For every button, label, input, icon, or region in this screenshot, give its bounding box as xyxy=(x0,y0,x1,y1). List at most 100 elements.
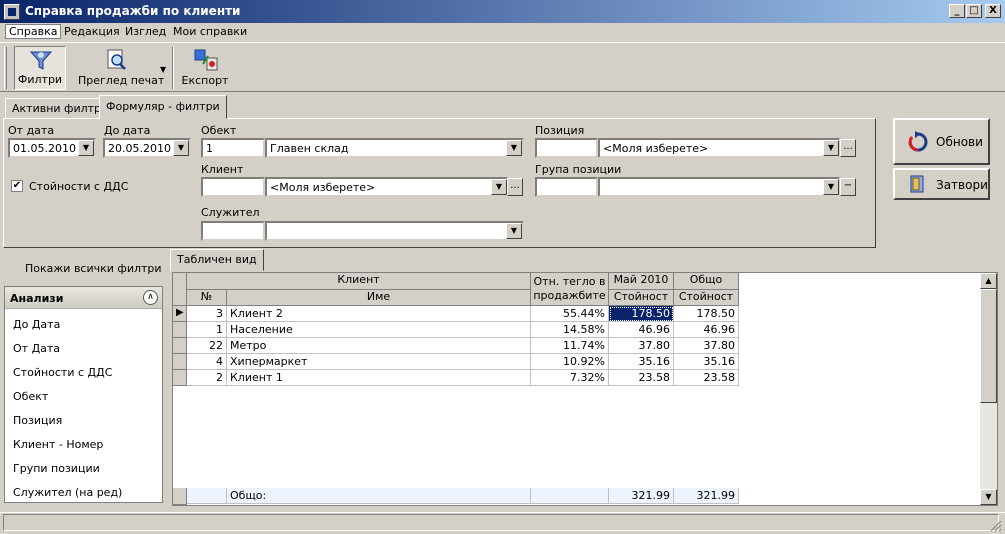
tab-table-view[interactable]: Табличен вид xyxy=(170,249,264,271)
row-indicator[interactable] xyxy=(173,322,187,338)
cell-share[interactable]: 55.44% xyxy=(531,306,609,322)
collapse-icon[interactable]: ∧ xyxy=(143,290,158,305)
header-total-value[interactable]: Стойност xyxy=(674,290,739,306)
group-name-select[interactable] xyxy=(598,177,840,197)
tab-form-filters[interactable]: Формуляр - филтри xyxy=(99,95,227,119)
maximize-button[interactable]: □ xyxy=(966,4,982,18)
vat-checkbox[interactable]: ✔ xyxy=(11,180,23,192)
header-may-2010: Май 2010 xyxy=(609,273,674,290)
print-preview-dropdown-icon[interactable]: ▼ xyxy=(160,65,166,74)
group-dropdown-icon[interactable]: ▼ xyxy=(823,179,839,195)
cell-total[interactable]: 46.96 xyxy=(674,322,739,338)
object-code-field[interactable]: 1 xyxy=(201,138,265,158)
toolbar: Филтри Преглед печат ▼ Експорт xyxy=(0,42,1005,92)
filter-item-position[interactable]: Позиция xyxy=(13,414,62,427)
filters-button[interactable]: Филтри xyxy=(14,46,66,90)
cell-total[interactable]: 35.16 xyxy=(674,354,739,370)
cell-name[interactable]: Метро xyxy=(227,338,531,354)
cell-name[interactable]: Клиент 1 xyxy=(227,370,531,386)
cell-share[interactable]: 14.58% xyxy=(531,322,609,338)
menu-view[interactable]: Изглед xyxy=(122,25,169,38)
header-no[interactable]: № xyxy=(187,290,227,306)
cell-total[interactable]: 37.80 xyxy=(674,338,739,354)
row-indicator[interactable] xyxy=(173,354,187,370)
print-preview-button[interactable]: Преглед печат xyxy=(74,46,164,90)
cell-may[interactable]: 37.80 xyxy=(609,338,674,354)
cell-name[interactable]: Хипермаркет xyxy=(227,354,531,370)
object-name-select[interactable]: Главен склад xyxy=(265,138,524,158)
filter-item-vat[interactable]: Стойности с ДДС xyxy=(13,366,112,379)
filter-item-to-date[interactable]: До Дата xyxy=(13,318,60,331)
analyses-header[interactable]: Анализи ∧ xyxy=(5,287,162,309)
client-dropdown-icon[interactable]: ▼ xyxy=(491,179,507,195)
group-minus-button[interactable]: − xyxy=(840,178,856,196)
position-code-field[interactable] xyxy=(535,138,598,158)
cell-total[interactable]: 23.58 xyxy=(674,370,739,386)
analyses-title: Анализи xyxy=(10,292,64,305)
export-label: Експорт xyxy=(181,74,229,87)
cell-no[interactable]: 2 xyxy=(187,370,227,386)
position-more-button[interactable]: ... xyxy=(840,139,856,157)
row-indicator[interactable] xyxy=(173,338,187,354)
group-code-field[interactable] xyxy=(535,177,598,197)
cell-may[interactable]: 35.16 xyxy=(609,354,674,370)
header-name[interactable]: Име xyxy=(227,290,531,306)
filter-item-item-groups[interactable]: Групи позиции xyxy=(13,462,100,475)
to-date-label: До дата xyxy=(104,124,151,137)
menu-my-reports[interactable]: Мои справки xyxy=(170,25,250,38)
toolbar-separator xyxy=(172,47,174,89)
close-button[interactable]: Затвори xyxy=(893,168,990,200)
menu-report[interactable]: Справка xyxy=(4,24,62,39)
minimize-button[interactable]: _ xyxy=(949,4,965,18)
close-window-button[interactable]: X xyxy=(985,4,1001,18)
cell-total[interactable]: 178.50 xyxy=(674,306,739,322)
analyses-panel: Анализи ∧ До Дата От Дата Стойности с ДД… xyxy=(4,286,163,503)
header-share[interactable]: Отн. тегло в продажбите xyxy=(531,273,609,306)
scroll-thumb[interactable] xyxy=(980,289,997,403)
object-dropdown-icon[interactable]: ▼ xyxy=(506,140,522,156)
app-icon[interactable] xyxy=(4,4,20,20)
vertical-scrollbar[interactable]: ▲ ▼ xyxy=(980,273,997,505)
header-may-value[interactable]: Стойност xyxy=(609,290,674,306)
export-button[interactable]: Експорт xyxy=(180,46,230,90)
filter-item-from-date[interactable]: От Дата xyxy=(13,342,60,355)
cell-no[interactable]: 1 xyxy=(187,322,227,338)
footer-grand-total: 321.99 xyxy=(674,488,739,504)
row-indicator[interactable] xyxy=(173,370,187,386)
cell-no[interactable]: 22 xyxy=(187,338,227,354)
cell-no[interactable]: 4 xyxy=(187,354,227,370)
employee-code-field[interactable] xyxy=(201,221,265,241)
employee-label: Служител xyxy=(201,206,260,219)
employee-dropdown-icon[interactable]: ▼ xyxy=(506,223,522,239)
cell-may[interactable]: 46.96 xyxy=(609,322,674,338)
cell-may[interactable]: 23.58 xyxy=(609,370,674,386)
refresh-button[interactable]: Обнови xyxy=(893,118,990,165)
title-bar[interactable]: Справка продажби по клиенти _ □ X xyxy=(0,0,1005,23)
cell-name[interactable]: Клиент 2 xyxy=(227,306,531,322)
show-all-filters-link[interactable]: Покажи всички филтри xyxy=(25,262,162,275)
scroll-up-icon[interactable]: ▲ xyxy=(980,273,997,289)
scroll-down-icon[interactable]: ▼ xyxy=(980,489,997,505)
cell-share[interactable]: 11.74% xyxy=(531,338,609,354)
employee-name-select[interactable] xyxy=(265,221,524,241)
cell-name[interactable]: Население xyxy=(227,322,531,338)
position-dropdown-icon[interactable]: ▼ xyxy=(823,140,839,156)
grid-corner xyxy=(173,273,187,306)
cell-may-selected[interactable]: 178.50 xyxy=(609,306,674,322)
client-code-field[interactable] xyxy=(201,177,265,197)
client-more-button[interactable]: ... xyxy=(507,178,523,196)
client-name-select[interactable]: <Моля изберете> xyxy=(265,177,508,197)
footer-share xyxy=(531,488,609,504)
resize-grip-icon[interactable] xyxy=(988,518,1002,532)
cell-share[interactable]: 7.32% xyxy=(531,370,609,386)
filter-item-client-number[interactable]: Клиент - Номер xyxy=(13,438,103,451)
cell-share[interactable]: 10.92% xyxy=(531,354,609,370)
menu-edit[interactable]: Редакция xyxy=(61,25,123,38)
cell-no[interactable]: 3 xyxy=(187,306,227,322)
position-name-select[interactable]: <Моля изберете> xyxy=(598,138,840,158)
to-date-dropdown-icon[interactable]: ▼ xyxy=(173,140,189,156)
from-date-dropdown-icon[interactable]: ▼ xyxy=(78,140,94,156)
row-indicator[interactable]: ▶ xyxy=(173,306,187,322)
filter-item-employee[interactable]: Служител (на ред) xyxy=(13,486,122,499)
filter-item-object[interactable]: Обект xyxy=(13,390,48,403)
